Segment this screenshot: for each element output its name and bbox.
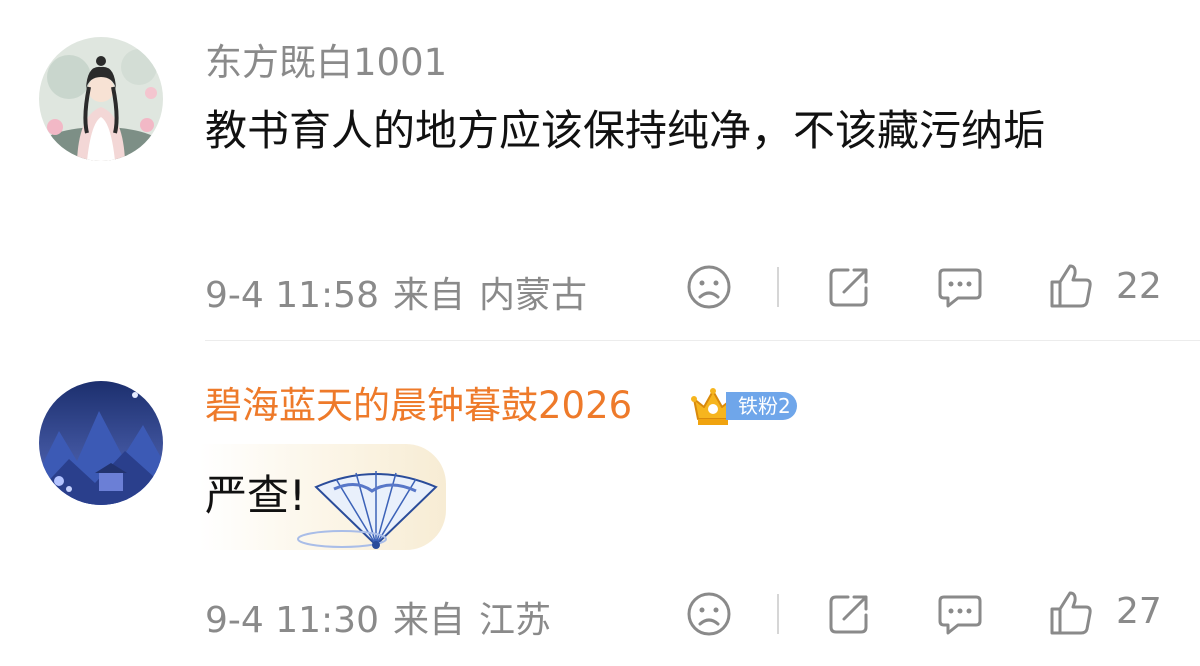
avatar[interactable] bbox=[39, 37, 163, 161]
comment-item: 碧海蓝天的晨钟暮鼓2026 铁粉2 严查! 9-4 11:30 来自 江苏 27 bbox=[0, 341, 1200, 666]
comment-location: 内蒙古 bbox=[479, 275, 588, 316]
thumbs-up-icon bbox=[1050, 591, 1092, 635]
sad-face-icon bbox=[687, 265, 731, 309]
badge-label: 铁粉2 bbox=[726, 392, 797, 420]
like-button[interactable] bbox=[1048, 589, 1094, 637]
comment-location: 江苏 bbox=[479, 600, 552, 641]
comment-date: 9-4 11:30 bbox=[205, 600, 379, 641]
dislike-button[interactable] bbox=[686, 264, 732, 310]
comment-meta: 9-4 11:30 来自 江苏 bbox=[205, 591, 565, 643]
like-count: 22 bbox=[1116, 266, 1162, 307]
fan-badge[interactable]: 铁粉2 bbox=[690, 385, 797, 427]
comment-text: 教书育人的地方应该保持纯净，不该藏污纳垢 bbox=[205, 106, 1046, 155]
from-label: 来自 bbox=[393, 275, 466, 316]
dislike-button[interactable] bbox=[686, 591, 732, 637]
comment-icon bbox=[938, 595, 982, 635]
username[interactable]: 东方既白1001 bbox=[205, 41, 447, 85]
share-icon bbox=[829, 268, 868, 307]
like-button[interactable] bbox=[1048, 262, 1094, 310]
folding-fan-icon bbox=[297, 471, 438, 549]
from-label: 来自 bbox=[393, 600, 466, 641]
divider-vertical bbox=[777, 594, 779, 634]
share-button[interactable] bbox=[826, 591, 872, 637]
comment-meta: 9-4 11:58 来自 内蒙古 bbox=[205, 266, 601, 318]
thumbs-up-icon bbox=[1050, 264, 1092, 308]
share-icon bbox=[829, 595, 868, 634]
like-count: 27 bbox=[1116, 591, 1162, 632]
share-button[interactable] bbox=[826, 264, 872, 310]
reply-button[interactable] bbox=[936, 591, 984, 637]
fan-sticker bbox=[296, 467, 456, 551]
avatar[interactable] bbox=[39, 381, 163, 505]
reply-button[interactable] bbox=[936, 264, 984, 310]
comment-item: 东方既白1001 教书育人的地方应该保持纯净，不该藏污纳垢 9-4 11:58 来… bbox=[0, 0, 1200, 340]
divider-vertical bbox=[777, 267, 779, 307]
sad-face-icon bbox=[687, 592, 731, 636]
comment-date: 9-4 11:58 bbox=[205, 275, 379, 316]
username[interactable]: 碧海蓝天的晨钟暮鼓2026 bbox=[205, 384, 632, 428]
comment-icon bbox=[938, 268, 982, 308]
